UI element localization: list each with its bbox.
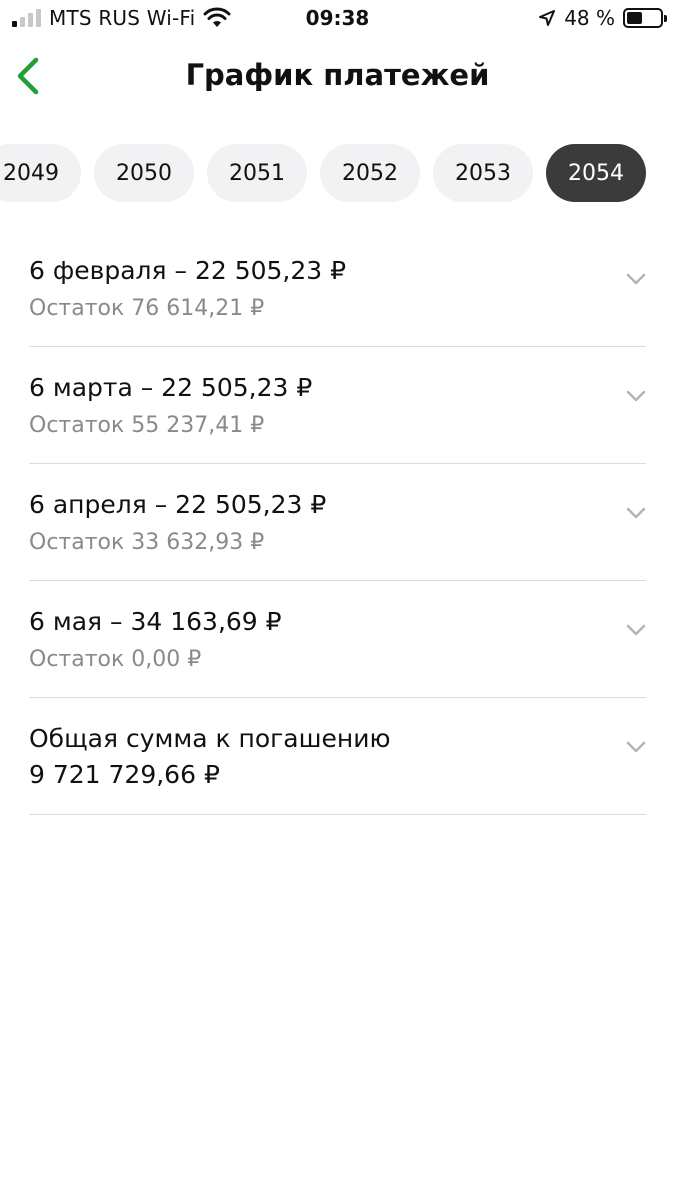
year-selector: 2049 2050 2051 2052 2053 2054 <box>0 144 675 202</box>
payment-row[interactable]: 6 февраля – 22 505,23 ₽ Остаток 76 614,2… <box>29 230 646 347</box>
payment-remaining: Остаток 55 237,41 ₽ <box>29 413 265 438</box>
payment-remaining: Остаток 76 614,21 ₽ <box>29 296 265 321</box>
status-right: 48 % <box>538 6 667 30</box>
year-chip-2051[interactable]: 2051 <box>207 144 307 202</box>
payment-date-amount: 6 апреля – 22 505,23 ₽ <box>29 490 327 519</box>
battery-percent: 48 % <box>564 6 615 30</box>
total-label: Общая сумма к погашению <box>29 724 391 753</box>
payment-remaining: Остаток 33 632,93 ₽ <box>29 530 265 555</box>
chevron-down-icon[interactable] <box>626 272 646 286</box>
total-row[interactable]: Общая сумма к погашению 9 721 729,66 ₽ <box>29 698 646 815</box>
payment-row[interactable]: 6 мая – 34 163,69 ₽ Остаток 0,00 ₽ <box>29 581 646 698</box>
page-title: График платежей <box>185 58 490 92</box>
payment-remaining: Остаток 0,00 ₽ <box>29 647 202 672</box>
status-bar: MTS RUS Wi-Fi 09:38 48 % <box>0 0 675 38</box>
year-chip-2054[interactable]: 2054 <box>546 144 646 202</box>
nav-header: График платежей <box>0 38 675 118</box>
chevron-down-icon[interactable] <box>626 389 646 403</box>
payment-date-amount: 6 февраля – 22 505,23 ₽ <box>29 256 347 285</box>
payment-row[interactable]: 6 апреля – 22 505,23 ₽ Остаток 33 632,93… <box>29 464 646 581</box>
year-chip-2050[interactable]: 2050 <box>94 144 194 202</box>
battery-level <box>627 12 643 24</box>
payment-date-amount: 6 мая – 34 163,69 ₽ <box>29 607 282 636</box>
payment-date-amount: 6 марта – 22 505,23 ₽ <box>29 373 313 402</box>
total-value: 9 721 729,66 ₽ <box>29 760 220 789</box>
battery-icon <box>623 8 667 28</box>
chevron-down-icon[interactable] <box>626 740 646 754</box>
payment-list: 6 февраля – 22 505,23 ₽ Остаток 76 614,2… <box>29 230 646 815</box>
chevron-down-icon[interactable] <box>626 506 646 520</box>
year-chip-2049[interactable]: 2049 <box>0 144 81 202</box>
screen: MTS RUS Wi-Fi 09:38 48 % График платежей <box>0 0 675 1200</box>
location-arrow-icon <box>539 10 556 26</box>
year-chip-2053[interactable]: 2053 <box>433 144 533 202</box>
chevron-down-icon[interactable] <box>626 623 646 637</box>
year-chip-2052[interactable]: 2052 <box>320 144 420 202</box>
payment-row[interactable]: 6 марта – 22 505,23 ₽ Остаток 55 237,41 … <box>29 347 646 464</box>
